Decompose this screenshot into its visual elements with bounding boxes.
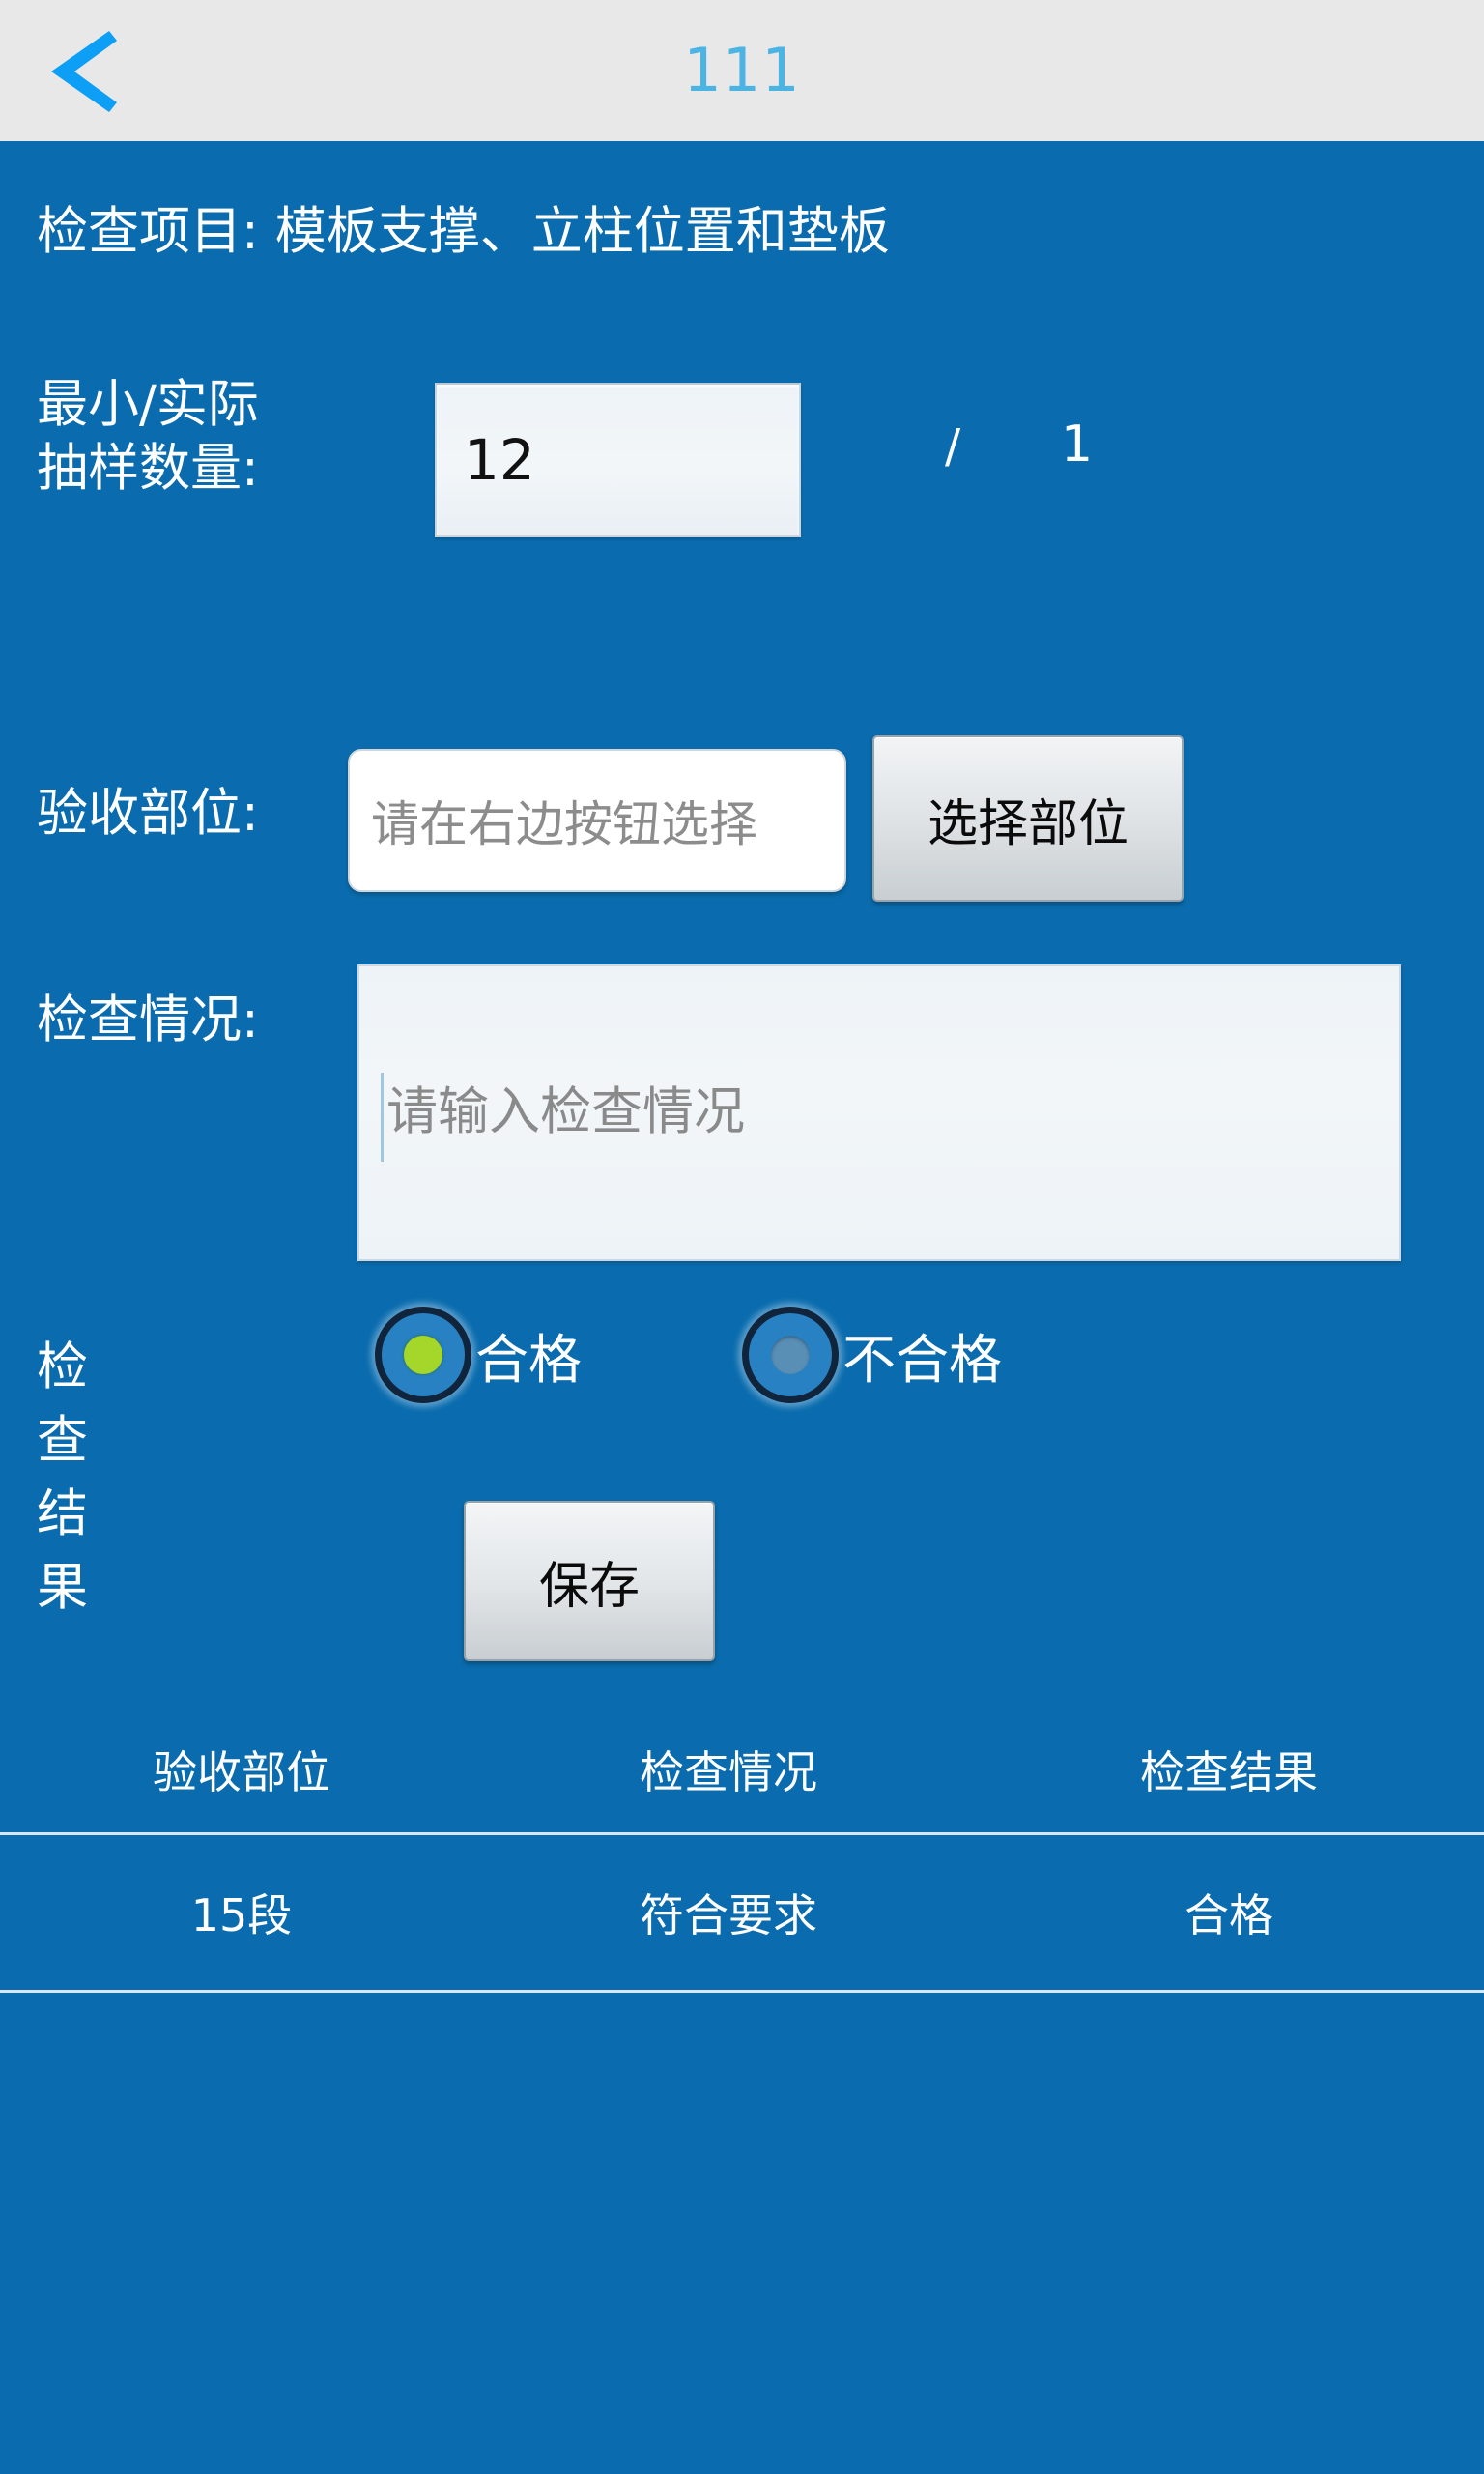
table-header-result: 检查结果: [1140, 1746, 1318, 1798]
table-row[interactable]: 15段 符合要求 合格: [0, 1835, 1484, 1990]
radio-circle-unqualified: [742, 1307, 839, 1403]
acceptance-position-label: 验收部位:: [37, 784, 259, 843]
radio-option-qualified[interactable]: 合格: [375, 1307, 582, 1403]
select-position-button[interactable]: 选择部位: [872, 735, 1184, 902]
table-header-row: 验收部位 检查情况 检查结果: [0, 1707, 1484, 1832]
form-body: 检查项目: 模板支撑、立柱位置和垫板 最小/实际 抽样数量: 12 / 1 验收…: [0, 141, 1484, 2474]
table-header-position: 验收部位: [153, 1746, 330, 1798]
min-sample-input[interactable]: 12: [435, 383, 801, 537]
table-cell-position: 15段: [190, 1889, 293, 1942]
acceptance-position-placeholder: 请在右边按钮选择: [371, 796, 757, 852]
table-row-divider: [0, 1990, 1484, 1993]
text-caret: [381, 1073, 384, 1162]
sample-separator: /: [945, 419, 961, 474]
table-header-situation: 检查情况: [640, 1746, 817, 1798]
radio-dot-selected-icon: [404, 1336, 442, 1374]
radio-dot-unselected-icon: [771, 1336, 810, 1374]
top-navigation-bar: 111: [0, 0, 1484, 141]
inspection-situation-textarea[interactable]: 请输入检查情况: [357, 964, 1401, 1261]
radio-circle-qualified: [375, 1307, 471, 1403]
table-cell-result: 合格: [1184, 1889, 1273, 1942]
save-button[interactable]: 保存: [464, 1501, 715, 1661]
sampling-quantity-label-line2: 抽样数量:: [37, 439, 259, 499]
inspection-situation-placeholder: 请输入检查情况: [386, 1082, 745, 1141]
radio-label-unqualified: 不合格: [842, 1329, 1003, 1391]
sampling-quantity-label: 最小/实际 抽样数量:: [37, 373, 356, 502]
acceptance-position-input[interactable]: 请在右边按钮选择: [348, 749, 846, 892]
radio-option-unqualified[interactable]: 不合格: [742, 1307, 1002, 1403]
table-cell-situation: 符合要求: [640, 1889, 817, 1942]
page-title: 111: [683, 35, 801, 105]
inspection-result-label: 检查结果: [37, 1338, 88, 1617]
records-table: 验收部位 检查情况 检查结果 15段 符合要求 合格: [0, 1707, 1484, 1993]
inspection-situation-label: 检查情况:: [37, 991, 259, 1050]
radio-label-qualified: 合格: [475, 1329, 583, 1391]
inspection-item-text: 检查项目: 模板支撑、立柱位置和垫板: [37, 202, 890, 261]
actual-sample-count: 1: [1061, 416, 1094, 474]
acceptance-position-row: 验收部位: 请在右边按钮选择 选择部位: [37, 735, 1467, 905]
sampling-quantity-label-line1: 最小/实际: [37, 375, 259, 434]
